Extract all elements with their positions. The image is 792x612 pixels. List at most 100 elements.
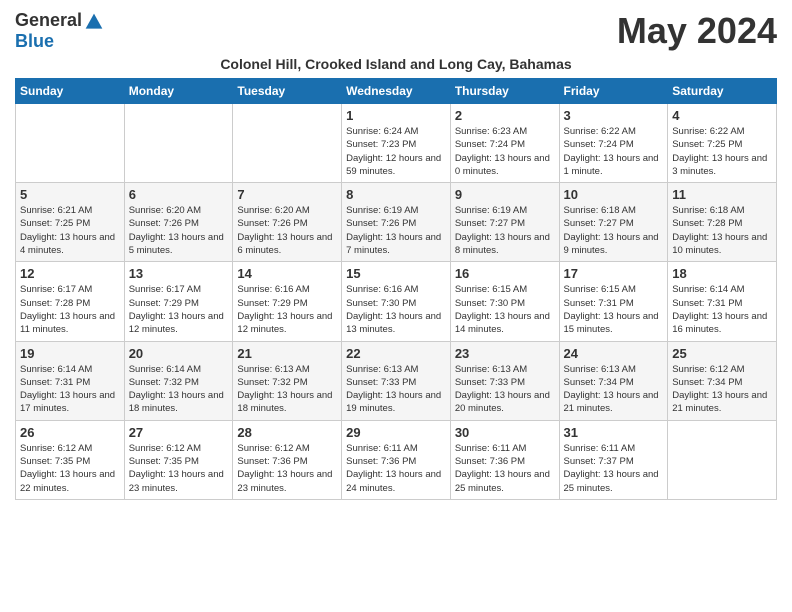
- day-number: 8: [346, 187, 446, 202]
- calendar-cell: 29 Sunrise: 6:11 AMSunset: 7:36 PMDayligh…: [342, 420, 451, 499]
- day-info: Sunrise: 6:21 AMSunset: 7:25 PMDaylight:…: [20, 204, 120, 257]
- calendar-header-row: Sunday Monday Tuesday Wednesday Thursday…: [16, 79, 777, 104]
- calendar-cell: 22Sunrise: 6:13 AMSunset: 7:33 PMDayligh…: [342, 341, 451, 420]
- calendar-cell: 31 Sunrise: 6:11 AMSunset: 7:37 PMDayligh…: [559, 420, 668, 499]
- calendar-cell: 2 Sunrise: 6:23 AMSunset: 7:24 PMDaylight…: [450, 104, 559, 183]
- logo: General Blue: [15, 10, 104, 52]
- day-info: Sunrise: 6:20 AMSunset: 7:26 PMDaylight:…: [237, 204, 337, 257]
- day-info: Sunrise: 6:11 AMSunset: 7:36 PMDaylight:…: [455, 442, 555, 495]
- day-number: 26: [20, 425, 120, 440]
- day-number: 20: [129, 346, 229, 361]
- day-number: 18: [672, 266, 772, 281]
- day-info: Sunrise: 6:24 AMSunset: 7:23 PMDaylight:…: [346, 125, 446, 178]
- calendar-cell: 28Sunrise: 6:12 AMSunset: 7:36 PMDayligh…: [233, 420, 342, 499]
- day-info: Sunrise: 6:13 AMSunset: 7:32 PMDaylight:…: [237, 363, 337, 416]
- day-info: Sunrise: 6:12 AMSunset: 7:34 PMDaylight:…: [672, 363, 772, 416]
- calendar-cell: 16Sunrise: 6:15 AMSunset: 7:30 PMDayligh…: [450, 262, 559, 341]
- day-info: Sunrise: 6:11 AMSunset: 7:37 PMDaylight:…: [564, 442, 664, 495]
- calendar-week-4: 19 Sunrise: 6:14 AMSunset: 7:31 PMDayligh…: [16, 341, 777, 420]
- logo-blue-text: Blue: [15, 32, 104, 52]
- day-info: Sunrise: 6:17 AMSunset: 7:28 PMDaylight:…: [20, 283, 120, 336]
- calendar-cell: 25 Sunrise: 6:12 AMSunset: 7:34 PMDayligh…: [668, 341, 777, 420]
- calendar-week-1: 1Sunrise: 6:24 AMSunset: 7:23 PMDaylight…: [16, 104, 777, 183]
- calendar-cell: [233, 104, 342, 183]
- day-info: Sunrise: 6:11 AMSunset: 7:36 PMDaylight:…: [346, 442, 446, 495]
- day-info: Sunrise: 6:22 AMSunset: 7:24 PMDaylight:…: [564, 125, 664, 178]
- day-info: Sunrise: 6:15 AMSunset: 7:30 PMDaylight:…: [455, 283, 555, 336]
- calendar-cell: 6 Sunrise: 6:20 AMSunset: 7:26 PMDaylight…: [124, 183, 233, 262]
- day-number: 30: [455, 425, 555, 440]
- day-info: Sunrise: 6:13 AMSunset: 7:34 PMDaylight:…: [564, 363, 664, 416]
- day-number: 9: [455, 187, 555, 202]
- calendar-cell: 27 Sunrise: 6:12 AMSunset: 7:35 PMDayligh…: [124, 420, 233, 499]
- day-number: 22: [346, 346, 446, 361]
- month-title: May 2024: [617, 10, 777, 52]
- day-info: Sunrise: 6:23 AMSunset: 7:24 PMDaylight:…: [455, 125, 555, 178]
- day-number: 5: [20, 187, 120, 202]
- day-number: 6: [129, 187, 229, 202]
- calendar-cell: 19 Sunrise: 6:14 AMSunset: 7:31 PMDayligh…: [16, 341, 125, 420]
- day-info: Sunrise: 6:13 AMSunset: 7:33 PMDaylight:…: [455, 363, 555, 416]
- day-number: 29: [346, 425, 446, 440]
- col-tuesday: Tuesday: [233, 79, 342, 104]
- col-wednesday: Wednesday: [342, 79, 451, 104]
- header: General Blue May 2024: [15, 10, 777, 52]
- col-monday: Monday: [124, 79, 233, 104]
- day-info: Sunrise: 6:20 AMSunset: 7:26 PMDaylight:…: [129, 204, 229, 257]
- day-number: 12: [20, 266, 120, 281]
- calendar-week-5: 26 Sunrise: 6:12 AMSunset: 7:35 PMDayligh…: [16, 420, 777, 499]
- day-number: 3: [564, 108, 664, 123]
- day-number: 17: [564, 266, 664, 281]
- day-info: Sunrise: 6:15 AMSunset: 7:31 PMDaylight:…: [564, 283, 664, 336]
- calendar-cell: 10Sunrise: 6:18 AMSunset: 7:27 PMDayligh…: [559, 183, 668, 262]
- calendar-cell: 30 Sunrise: 6:11 AMSunset: 7:36 PMDayligh…: [450, 420, 559, 499]
- calendar-cell: 8 Sunrise: 6:19 AMSunset: 7:26 PMDaylight…: [342, 183, 451, 262]
- day-number: 2: [455, 108, 555, 123]
- day-number: 19: [20, 346, 120, 361]
- calendar-cell: 4 Sunrise: 6:22 AMSunset: 7:25 PMDaylight…: [668, 104, 777, 183]
- day-number: 24: [564, 346, 664, 361]
- day-info: Sunrise: 6:22 AMSunset: 7:25 PMDaylight:…: [672, 125, 772, 178]
- calendar-cell: 14 Sunrise: 6:16 AMSunset: 7:29 PMDayligh…: [233, 262, 342, 341]
- calendar-cell: 26 Sunrise: 6:12 AMSunset: 7:35 PMDayligh…: [16, 420, 125, 499]
- calendar-week-3: 12 Sunrise: 6:17 AMSunset: 7:28 PMDayligh…: [16, 262, 777, 341]
- calendar-cell: 3 Sunrise: 6:22 AMSunset: 7:24 PMDaylight…: [559, 104, 668, 183]
- calendar-cell: [124, 104, 233, 183]
- day-number: 15: [346, 266, 446, 281]
- page: General Blue May 2024 Colonel Hill, Croo…: [0, 0, 792, 612]
- day-number: 13: [129, 266, 229, 281]
- calendar-table: Sunday Monday Tuesday Wednesday Thursday…: [15, 78, 777, 500]
- col-saturday: Saturday: [668, 79, 777, 104]
- day-number: 4: [672, 108, 772, 123]
- day-info: Sunrise: 6:12 AMSunset: 7:36 PMDaylight:…: [237, 442, 337, 495]
- calendar-cell: 7 Sunrise: 6:20 AMSunset: 7:26 PMDaylight…: [233, 183, 342, 262]
- calendar-cell: 23 Sunrise: 6:13 AMSunset: 7:33 PMDayligh…: [450, 341, 559, 420]
- calendar-cell: 13 Sunrise: 6:17 AMSunset: 7:29 PMDayligh…: [124, 262, 233, 341]
- day-number: 31: [564, 425, 664, 440]
- day-info: Sunrise: 6:16 AMSunset: 7:29 PMDaylight:…: [237, 283, 337, 336]
- day-number: 11: [672, 187, 772, 202]
- calendar-cell: 15 Sunrise: 6:16 AMSunset: 7:30 PMDayligh…: [342, 262, 451, 341]
- day-info: Sunrise: 6:19 AMSunset: 7:27 PMDaylight:…: [455, 204, 555, 257]
- day-info: Sunrise: 6:16 AMSunset: 7:30 PMDaylight:…: [346, 283, 446, 336]
- day-number: 27: [129, 425, 229, 440]
- day-info: Sunrise: 6:12 AMSunset: 7:35 PMDaylight:…: [20, 442, 120, 495]
- day-info: Sunrise: 6:14 AMSunset: 7:31 PMDaylight:…: [20, 363, 120, 416]
- day-number: 14: [237, 266, 337, 281]
- col-friday: Friday: [559, 79, 668, 104]
- day-number: 23: [455, 346, 555, 361]
- day-number: 7: [237, 187, 337, 202]
- calendar-subtitle: Colonel Hill, Crooked Island and Long Ca…: [15, 56, 777, 72]
- calendar-cell: 24 Sunrise: 6:13 AMSunset: 7:34 PMDayligh…: [559, 341, 668, 420]
- calendar-cell: 5 Sunrise: 6:21 AMSunset: 7:25 PMDaylight…: [16, 183, 125, 262]
- calendar-week-2: 5 Sunrise: 6:21 AMSunset: 7:25 PMDaylight…: [16, 183, 777, 262]
- calendar-cell: 20Sunrise: 6:14 AMSunset: 7:32 PMDayligh…: [124, 341, 233, 420]
- logo-icon: [84, 12, 104, 32]
- day-info: Sunrise: 6:12 AMSunset: 7:35 PMDaylight:…: [129, 442, 229, 495]
- day-number: 10: [564, 187, 664, 202]
- day-number: 25: [672, 346, 772, 361]
- calendar-cell: 12 Sunrise: 6:17 AMSunset: 7:28 PMDayligh…: [16, 262, 125, 341]
- calendar-cell: 11Sunrise: 6:18 AMSunset: 7:28 PMDayligh…: [668, 183, 777, 262]
- day-info: Sunrise: 6:17 AMSunset: 7:29 PMDaylight:…: [129, 283, 229, 336]
- day-info: Sunrise: 6:19 AMSunset: 7:26 PMDaylight:…: [346, 204, 446, 257]
